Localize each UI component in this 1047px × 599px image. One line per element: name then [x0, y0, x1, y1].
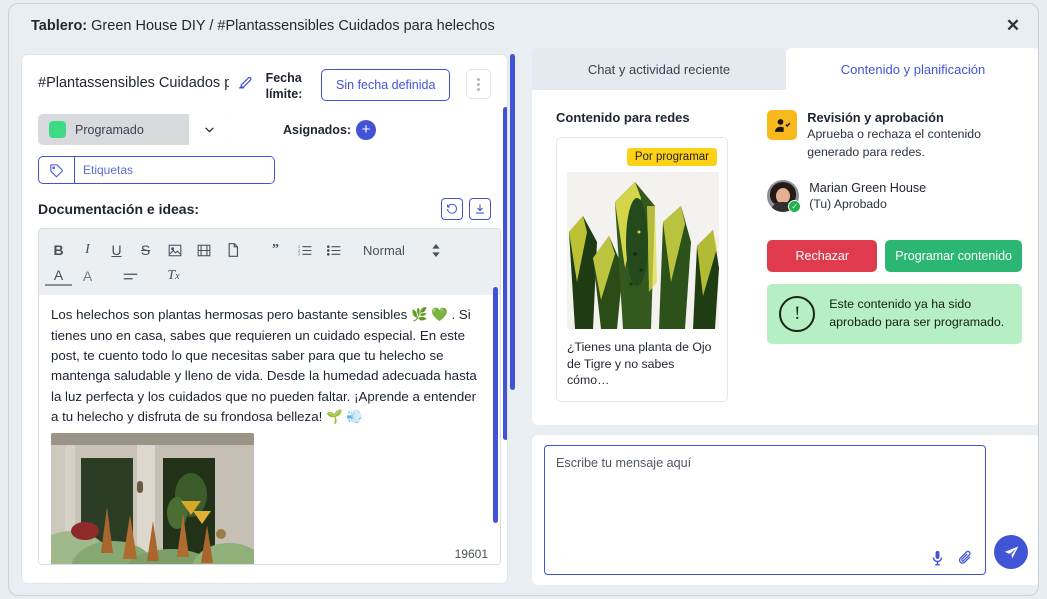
breadcrumb: Tablero: Green House DIY / #Plantassensi…: [31, 18, 495, 34]
blockquote-icon[interactable]: ”: [262, 238, 289, 262]
bold-icon[interactable]: B: [45, 238, 72, 262]
font-color-icon[interactable]: A: [45, 266, 72, 287]
modal-header: Tablero: Green House DIY / #Plantassensi…: [9, 4, 1038, 48]
character-counter: 19601: [454, 547, 488, 562]
left-panel-scrollbar[interactable]: [503, 107, 508, 440]
card-title: #Plantassensibles Cuidados pa…: [38, 75, 229, 91]
content-card[interactable]: Por programar ¿Tienes una planta de Ojo …: [556, 137, 728, 402]
tab-bar: Chat y actividad reciente Contenido y pl…: [532, 48, 1038, 90]
review-title: Revisión y aprobación: [807, 110, 944, 125]
exclamation-circle-icon: !: [779, 295, 816, 332]
status-badge: Por programar: [626, 148, 717, 166]
status-select[interactable]: Programado: [38, 114, 229, 146]
video-icon[interactable]: [190, 238, 217, 262]
review-header: Revisión y aprobación Aprueba o rechaza …: [767, 110, 1022, 162]
editor-toolbar: B I U S ” 1 2 3 Normal A A T x: [39, 229, 500, 296]
documentation-label: Documentación e ideas:: [38, 201, 200, 218]
reviewer-row: ✓ Marian Green House (Tu) Aprobado: [767, 179, 1022, 213]
bullet-list-icon[interactable]: [320, 238, 347, 262]
highlight-color-icon[interactable]: A: [74, 264, 101, 288]
editor-paragraph: Los helechos son plantas hermosas pero b…: [51, 307, 477, 424]
card-details-panel: #Plantassensibles Cuidados pa… Fecha lím…: [21, 54, 509, 584]
approval-notice-text: Este contenido ya ha sido aprobado para …: [829, 296, 1005, 329]
breadcrumb-label: Tablero:: [31, 18, 88, 34]
format-select-value: Normal: [363, 242, 405, 258]
tag-icon: [39, 157, 75, 184]
review-actions: Rechazar Programar contenido: [767, 239, 1022, 272]
chevron-updown-icon: [431, 243, 441, 257]
social-content-title: Contenido para redes: [556, 110, 690, 125]
image-icon[interactable]: [161, 238, 188, 262]
align-icon[interactable]: [117, 264, 144, 288]
user-check-icon: [767, 110, 798, 140]
svg-text:3: 3: [298, 252, 300, 256]
review-subtitle: Aprueba o rechaza el contenido generado …: [807, 127, 981, 159]
rich-text-editor: B I U S ” 1 2 3 Normal A A T x Los helec…: [38, 228, 501, 566]
format-select[interactable]: Normal: [363, 243, 441, 258]
chevron-down-icon[interactable]: [189, 114, 229, 146]
content-card-caption: ¿Tienes una planta de Ojo de Tigre y no …: [567, 340, 712, 388]
schedule-content-button[interactable]: Programar contenido: [885, 239, 1022, 272]
editor-scrollbar[interactable]: [493, 287, 498, 524]
social-content-column: Contenido para redes Por programar ¿Tien…: [556, 110, 739, 425]
documentation-header: Documentación e ideas:: [38, 198, 492, 221]
tags-field[interactable]: [38, 156, 275, 185]
strikethrough-icon[interactable]: S: [132, 238, 159, 262]
underline-icon[interactable]: U: [103, 238, 130, 262]
tab-chat[interactable]: Chat y actividad reciente: [532, 48, 786, 90]
microphone-icon[interactable]: [931, 550, 944, 566]
activity-panel: Chat y actividad reciente Contenido y pl…: [532, 48, 1038, 593]
due-date-label: Fecha límite:: [265, 71, 303, 101]
message-compose-card: Escribe tu mensaje aquí: [532, 435, 1038, 585]
paperclip-icon[interactable]: [958, 550, 973, 566]
close-icon[interactable]: ✕: [1000, 13, 1026, 39]
plus-icon[interactable]: +: [356, 119, 377, 140]
documentation-photo: [51, 433, 254, 565]
review-column: Revisión y aprobación Aprueba o rechaza …: [757, 110, 1022, 425]
status-value: Programado: [75, 122, 144, 137]
assignees-label: Asignados:: [283, 122, 352, 137]
approval-notice: ! Este contenido ya ha sido aprobado par…: [767, 283, 1022, 344]
card-detail-modal: Tablero: Green House DIY / #Plantassensi…: [8, 3, 1039, 596]
avatar: ✓: [767, 179, 802, 213]
title-row: #Plantassensibles Cuidados pa… Fecha lím…: [38, 69, 492, 102]
history-revert-icon[interactable]: [441, 198, 464, 221]
file-icon[interactable]: [219, 238, 246, 262]
edit-pencil-icon[interactable]: [237, 73, 254, 90]
status-color-swatch: [49, 121, 66, 139]
tab-panel-content-planning: Contenido para redes Por programar ¿Tien…: [532, 90, 1038, 425]
reject-button[interactable]: Rechazar: [767, 239, 878, 272]
download-icon[interactable]: [469, 198, 492, 221]
editor-content[interactable]: Los helechos son plantas hermosas pero b…: [39, 295, 500, 565]
reviewer-name: Marian Green House: [809, 180, 927, 195]
italic-icon[interactable]: I: [74, 238, 101, 262]
more-vertical-icon[interactable]: [466, 69, 492, 99]
tab-content-planning[interactable]: Contenido y planificación: [786, 48, 1038, 90]
card-panel-scrollbar[interactable]: [510, 54, 516, 390]
send-plane-icon[interactable]: [994, 535, 1028, 569]
toolbar-row-1: B I U S ” 1 2 3 Normal: [45, 237, 494, 263]
message-input[interactable]: Escribe tu mensaje aquí: [544, 445, 986, 575]
ordered-list-icon[interactable]: 123: [291, 238, 318, 262]
reviewer-status: (Tu) Aprobado: [809, 196, 887, 211]
message-placeholder: Escribe tu mensaje aquí: [556, 456, 692, 470]
snake-plant-photo: [567, 172, 719, 329]
status-row: Programado Asignados: +: [38, 114, 491, 146]
clear-format-icon[interactable]: Tx: [160, 264, 187, 288]
check-badge-icon: ✓: [788, 199, 802, 213]
toolbar-row-2: A A Tx: [45, 263, 494, 289]
modal-body: #Plantassensibles Cuidados pa… Fecha lím…: [9, 48, 1038, 595]
tags-input[interactable]: [75, 157, 274, 184]
breadcrumb-path: Green House DIY / #Plantassensibles Cuid…: [91, 18, 495, 34]
due-date-button[interactable]: Sin fecha definida: [321, 69, 451, 101]
